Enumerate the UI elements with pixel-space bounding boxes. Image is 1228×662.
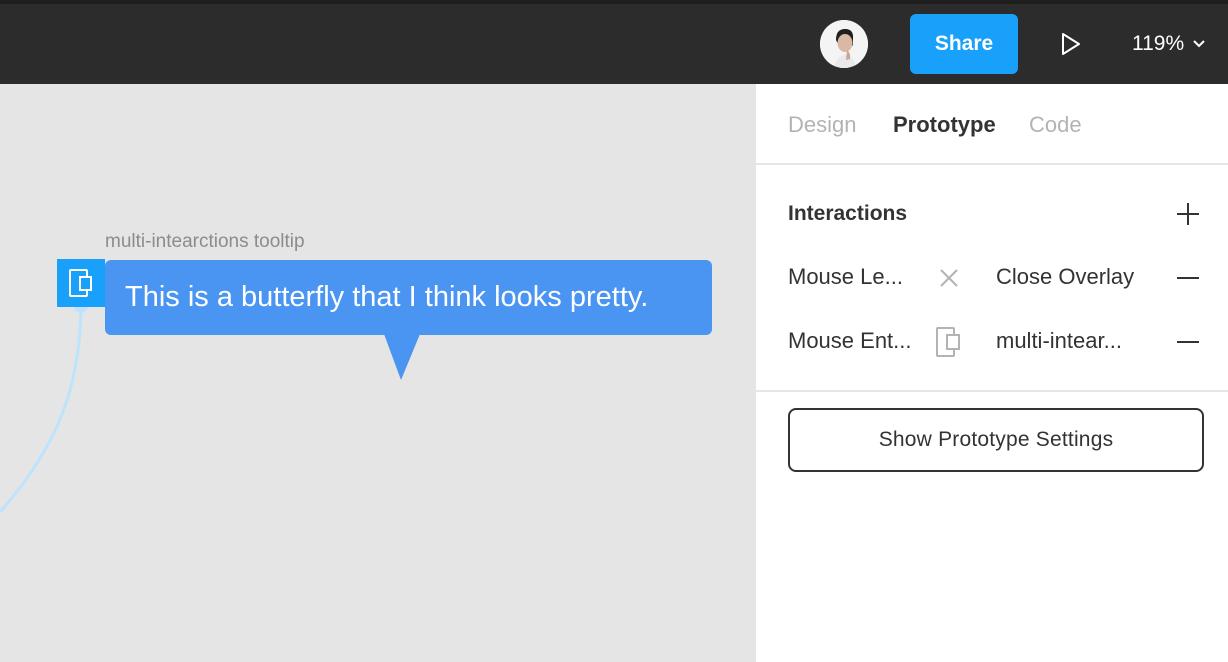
tooltip-tail (384, 334, 420, 380)
panel-tabs: Design Prototype Code (756, 84, 1228, 165)
frame-overlay-icon[interactable] (57, 259, 105, 307)
zoom-level: 119% (1132, 32, 1185, 55)
canvas[interactable]: multi-intearctions tooltip This is a but… (0, 84, 756, 662)
interaction-trigger[interactable]: Mouse Le... (788, 264, 903, 290)
properties-panel: Design Prototype Code Interactions Mouse… (756, 84, 1228, 662)
plus-icon (1177, 203, 1199, 225)
frame-label[interactable]: multi-intearctions tooltip (105, 231, 305, 253)
interaction-target[interactable]: Close Overlay (996, 264, 1134, 290)
tab-design[interactable]: Design (788, 112, 856, 138)
tooltip-bubble[interactable]: This is a butterfly that I think looks p… (105, 260, 712, 335)
remove-interaction-button[interactable] (1176, 334, 1200, 350)
close-icon (934, 262, 964, 294)
remove-interaction-button[interactable] (1176, 270, 1200, 286)
divider (756, 390, 1228, 392)
overlay-icon (934, 326, 964, 358)
prototype-connector (0, 299, 88, 513)
interaction-target[interactable]: multi-intear... (996, 328, 1122, 354)
interaction-trigger[interactable]: Mouse Ent... (788, 328, 912, 354)
interaction-row[interactable]: Mouse Ent... multi-intear... (756, 322, 1228, 362)
interaction-row[interactable]: Mouse Le... Close Overlay (756, 258, 1228, 298)
add-interaction-button[interactable] (1174, 200, 1202, 228)
tooltip-text: This is a butterfly that I think looks p… (125, 281, 649, 313)
minus-icon (1177, 341, 1199, 343)
zoom-dropdown[interactable]: 119% (1132, 26, 1206, 62)
minus-icon (1177, 277, 1199, 279)
show-prototype-settings-button[interactable]: Show Prototype Settings (788, 408, 1204, 472)
chevron-down-icon (1193, 40, 1205, 48)
play-icon[interactable] (1054, 26, 1088, 62)
share-button[interactable]: Share (910, 14, 1018, 74)
tab-code[interactable]: Code (1029, 112, 1082, 138)
avatar[interactable] (820, 20, 868, 68)
top-toolbar: Share 119% (0, 0, 1228, 84)
interactions-title: Interactions (788, 202, 908, 225)
tab-prototype[interactable]: Prototype (893, 112, 996, 138)
